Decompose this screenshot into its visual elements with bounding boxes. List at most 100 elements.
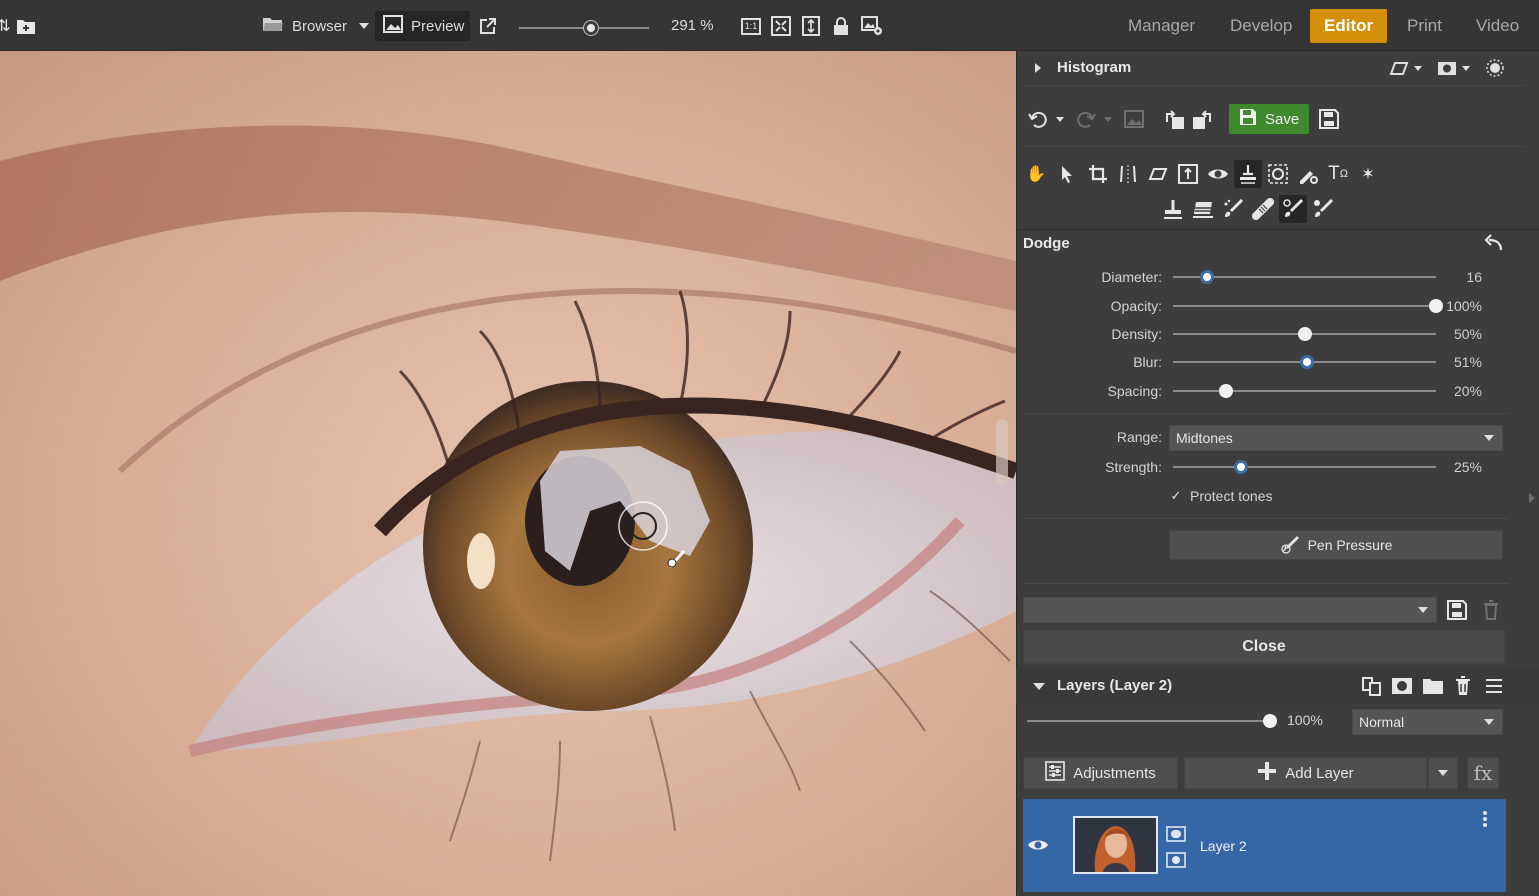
sun-icon[interactable] [1482, 55, 1508, 81]
density-slider-thumb[interactable] [1297, 327, 1312, 341]
camera-icon[interactable] [1434, 55, 1460, 81]
blur-label: Blur: [1133, 354, 1162, 370]
preview-label: Preview [411, 17, 465, 35]
divider [1016, 229, 1539, 230]
clone-icon[interactable] [1295, 161, 1321, 187]
expand-histogram-icon[interactable] [1028, 55, 1048, 81]
image-info-icon[interactable] [1121, 106, 1147, 132]
save-icon [1239, 108, 1257, 130]
add-folder-icon[interactable] [14, 14, 38, 38]
adjustments-button[interactable]: Adjustments [1023, 757, 1178, 789]
red-eye-icon[interactable] [1205, 161, 1231, 187]
protect-tones-checkbox[interactable]: ✓ Protect tones [1169, 488, 1273, 504]
histogram-channel-icon[interactable] [1386, 55, 1412, 81]
browser-button[interactable]: Browser [254, 11, 355, 41]
photo-canvas[interactable] [0, 51, 1016, 896]
divider [1024, 146, 1524, 147]
adjustments-icon [1045, 761, 1066, 785]
collapse-layers-icon[interactable] [1027, 673, 1051, 699]
opacity-slider[interactable] [1173, 305, 1436, 307]
blend-mode-dropdown[interactable]: Normal [1352, 709, 1503, 735]
eye-visibility-icon[interactable] [1025, 832, 1051, 858]
add-layer-dropdown[interactable] [1428, 757, 1458, 789]
sparkle-icon[interactable]: ✶ [1355, 161, 1381, 187]
actual-size-icon[interactable]: 1:1 [740, 14, 762, 38]
mode-develop[interactable]: Develop [1216, 9, 1306, 43]
undo-icon[interactable] [1025, 106, 1051, 132]
fit-height-icon[interactable] [800, 14, 822, 38]
blur-value: 51% [1453, 354, 1482, 370]
check-icon: ✓ [1170, 488, 1182, 503]
browser-dropdown-icon[interactable] [355, 14, 373, 38]
mode-print[interactable]: Print [1393, 9, 1456, 43]
collapse-panel-icon[interactable] [1525, 485, 1539, 511]
zoom-slider-thumb[interactable] [583, 21, 598, 35]
folder-icon[interactable] [1420, 673, 1446, 699]
menu-icon[interactable] [1481, 673, 1507, 699]
undo-dropdown-icon[interactable] [1052, 106, 1068, 132]
close-label: Close [1242, 638, 1286, 655]
range-dropdown[interactable]: Midtones [1169, 425, 1503, 451]
spacing-slider[interactable] [1173, 390, 1436, 392]
stamp-icon[interactable] [1160, 196, 1186, 222]
sort-icon[interactable]: ⇅ [0, 14, 11, 38]
pen-pressure-label: Pen Pressure [1307, 537, 1393, 553]
redo-dropdown-icon[interactable] [1100, 106, 1116, 132]
hand-icon[interactable]: ✋ [1023, 161, 1049, 187]
layer-mask-icon[interactable] [1163, 821, 1189, 847]
save-as-icon[interactable] [1316, 106, 1342, 132]
delete-layer-icon[interactable] [1450, 673, 1476, 699]
selection-icon[interactable] [1265, 161, 1291, 187]
camera-dropdown-icon[interactable] [1458, 55, 1474, 81]
eraser-icon[interactable] [1190, 196, 1216, 222]
reset-icon[interactable] [1480, 230, 1506, 256]
dodge-icon[interactable] [1279, 195, 1307, 223]
add-layer-label: Add Layer [1285, 764, 1354, 782]
mode-manager[interactable]: Manager [1114, 9, 1209, 43]
divider [1024, 583, 1508, 584]
redo-icon[interactable] [1073, 106, 1099, 132]
fx-button[interactable]: fx [1467, 757, 1499, 789]
resize-icon[interactable] [1175, 161, 1201, 187]
dodge-burn-tool-icon[interactable] [1234, 160, 1262, 188]
bandage-icon[interactable] [1250, 196, 1276, 222]
strength-slider[interactable] [1173, 466, 1436, 468]
brush-icon[interactable] [1220, 196, 1246, 222]
more-options-icon[interactable] [1472, 806, 1498, 832]
add-layer-button[interactable]: Add Layer [1184, 757, 1427, 789]
preview-button[interactable]: Preview [375, 11, 470, 41]
layer-opacity-slider-thumb[interactable] [1263, 714, 1277, 728]
settings-image-icon[interactable] [860, 14, 884, 38]
preview-icon [383, 15, 403, 37]
pointer-icon[interactable] [1054, 161, 1080, 187]
save-preset-icon[interactable] [1444, 597, 1470, 623]
histogram-channel-dropdown-icon[interactable] [1410, 55, 1426, 81]
duplicate-layer-icon[interactable] [1359, 673, 1385, 699]
fit-icon[interactable] [770, 14, 792, 38]
mode-editor[interactable]: Editor [1310, 9, 1388, 43]
external-link-icon[interactable] [477, 14, 499, 38]
spacing-slider-thumb[interactable] [1218, 384, 1233, 398]
text-icon[interactable]: TΩ [1325, 161, 1351, 187]
delete-preset-icon[interactable] [1478, 597, 1504, 623]
close-button[interactable]: Close [1023, 630, 1505, 664]
divider [1024, 413, 1508, 414]
vertical-scrollbar[interactable] [996, 419, 1008, 484]
burn-icon[interactable] [1310, 196, 1336, 222]
layer-name: Layer 2 [1200, 838, 1247, 854]
lock-icon[interactable] [830, 14, 852, 38]
pen-pressure-button[interactable]: Pen Pressure [1169, 530, 1503, 560]
rotate-left-icon[interactable] [1161, 106, 1187, 132]
layer-mask-icon[interactable] [1389, 673, 1415, 699]
layer-opacity-slider[interactable] [1027, 720, 1270, 722]
straighten-icon[interactable] [1115, 161, 1141, 187]
preset-dropdown[interactable] [1023, 597, 1437, 623]
strength-value: 25% [1453, 459, 1482, 475]
crop-icon[interactable] [1085, 161, 1111, 187]
save-button[interactable]: Save [1229, 104, 1309, 134]
layer-settings-icon[interactable] [1163, 847, 1189, 873]
mode-video[interactable]: Video [1462, 9, 1533, 43]
rotate-right-icon[interactable] [1190, 106, 1216, 132]
pen-icon [1280, 534, 1300, 557]
perspective-icon[interactable] [1145, 161, 1171, 187]
